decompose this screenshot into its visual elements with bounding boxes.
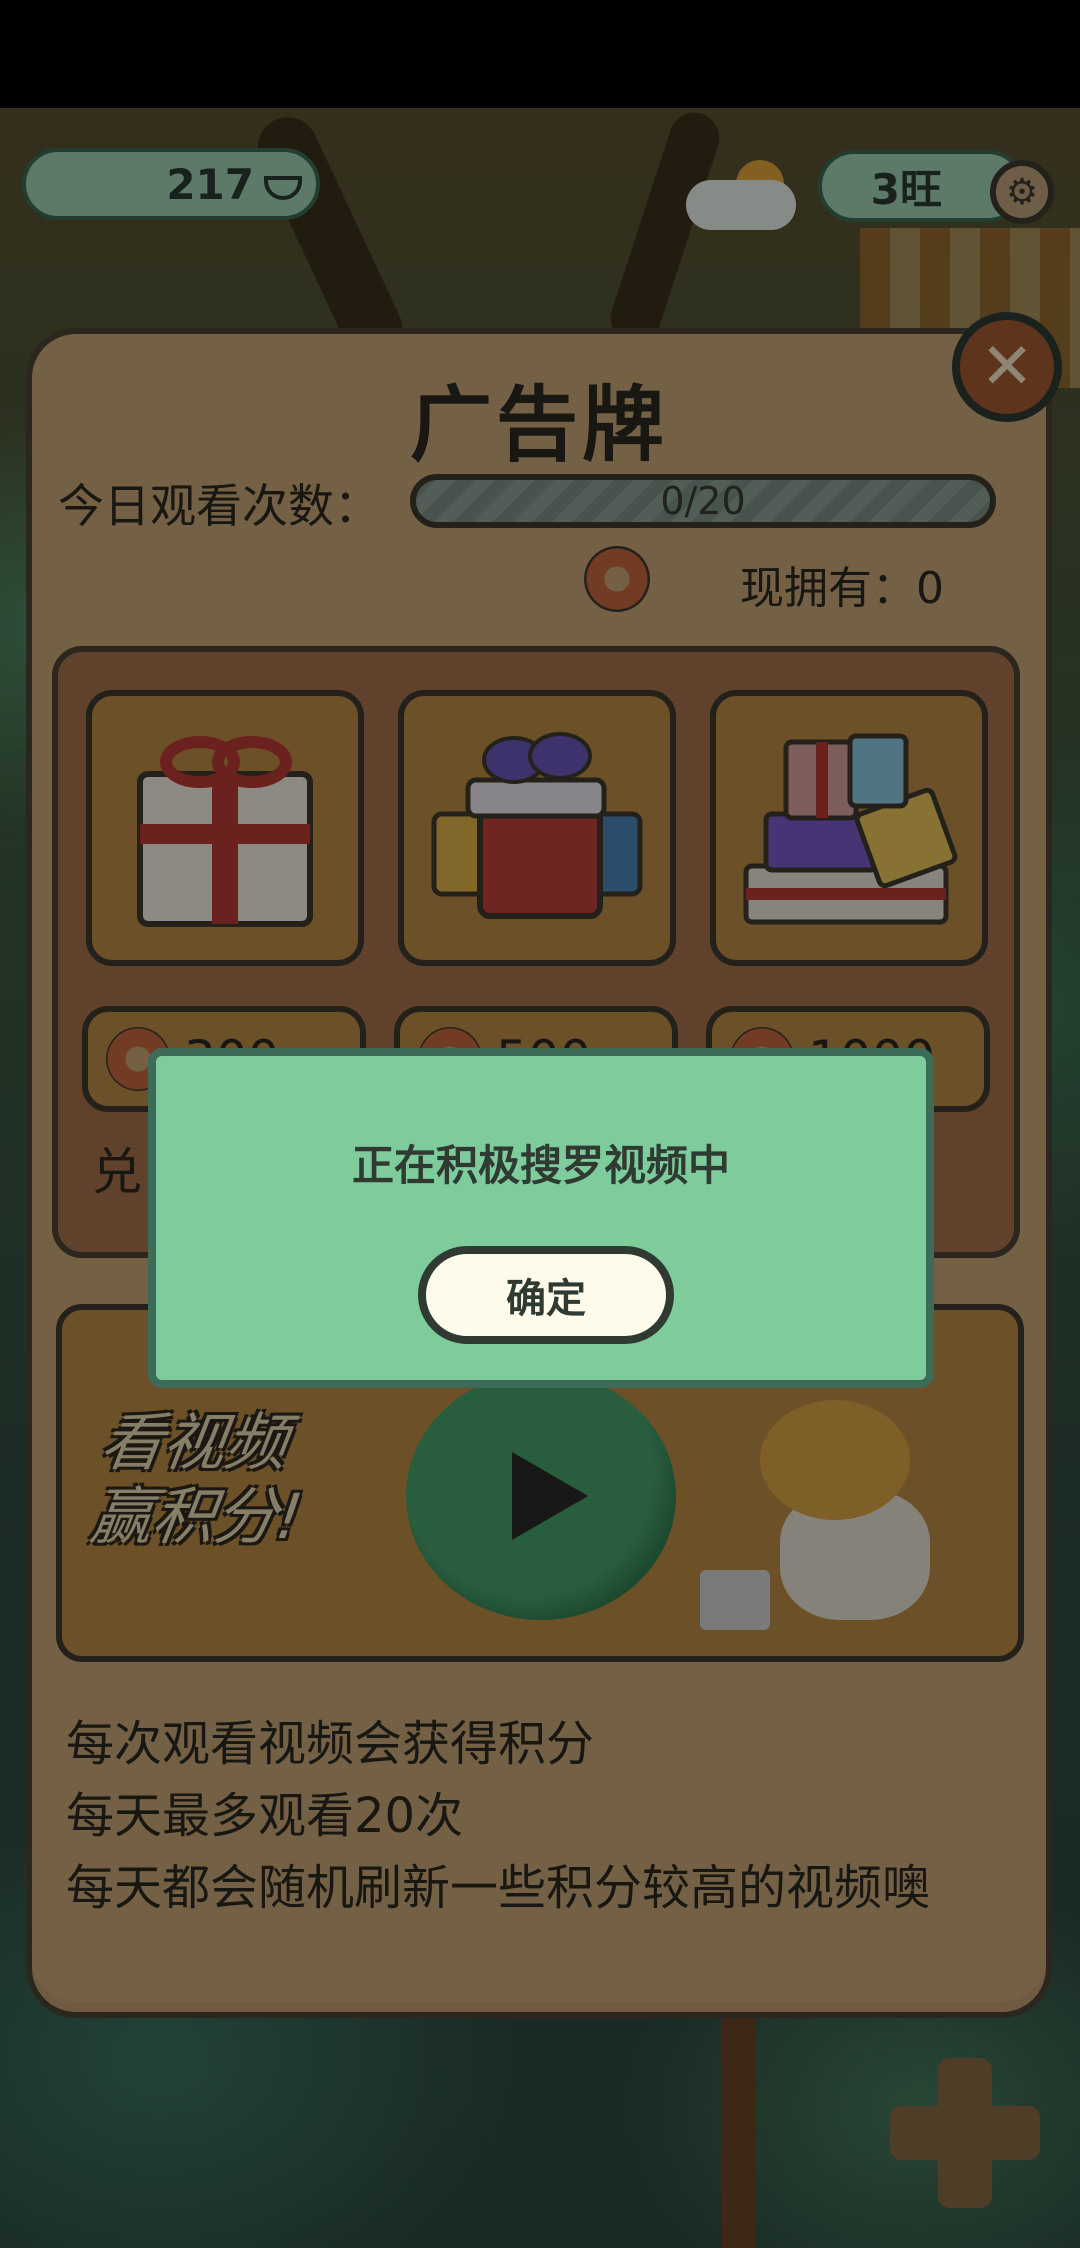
dialog-message: 正在积极搜罗视频中	[351, 1141, 730, 1190]
confirm-label: 确定	[506, 1276, 586, 1322]
confirm-button[interactable]: 确定	[418, 1246, 674, 1344]
searching-dialog: 正在积极搜罗视频中 确定	[148, 1048, 934, 1388]
